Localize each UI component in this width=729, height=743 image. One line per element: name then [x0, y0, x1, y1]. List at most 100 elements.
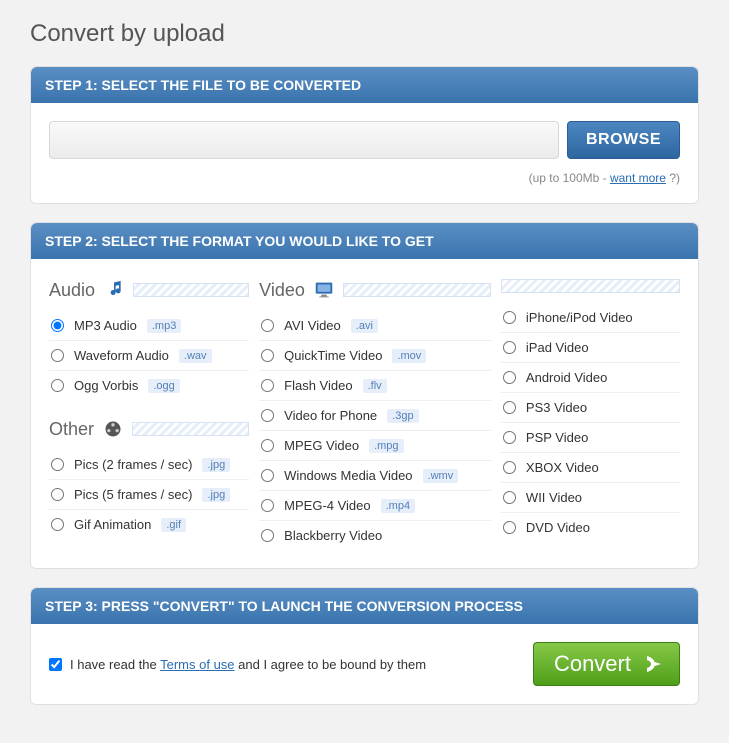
film-reel-icon	[102, 418, 124, 440]
terms-suffix: and I agree to be bound by them	[235, 657, 427, 672]
terms-label[interactable]: I have read the Terms of use and I agree…	[49, 657, 426, 672]
other-option[interactable]: Pics (2 frames / sec).jpg	[49, 450, 249, 480]
convert-button[interactable]: Convert	[533, 642, 680, 686]
video-option[interactable]: QuickTime Video .mov	[259, 341, 491, 371]
convert-button-label: Convert	[554, 651, 631, 677]
video-label: XBOX Video	[526, 460, 599, 475]
video-ext-badge: .mov	[392, 349, 426, 363]
video-radio[interactable]	[261, 529, 274, 542]
terms-link[interactable]: Terms of use	[160, 657, 234, 672]
video-option[interactable]: iPhone/iPod Video	[501, 303, 680, 333]
hint-suffix: ?)	[666, 171, 680, 185]
browse-button[interactable]: BROWSE	[567, 121, 680, 159]
video-radio[interactable]	[261, 499, 274, 512]
video-label: iPad Video	[526, 340, 589, 355]
hint-prefix: (up to 100Mb -	[529, 171, 610, 185]
video-radio[interactable]	[503, 431, 516, 444]
audio-format-list: MP3 Audio.mp3 Waveform Audio .wav Ogg Vorbi…	[49, 311, 249, 400]
video-option[interactable]: XBOX Video	[501, 453, 680, 483]
video-label: MPEG-4 Video	[284, 498, 370, 513]
video-option[interactable]: AVI Video.avi	[259, 311, 491, 341]
video-ext-badge: .3gp	[387, 409, 418, 423]
audio-radio[interactable]	[51, 319, 64, 332]
other-section-label: Other	[49, 419, 94, 440]
panel-step3: STEP 3: PRESS "CONVERT" TO LAUNCH THE CO…	[30, 587, 699, 705]
panel-step2: STEP 2: SELECT THE FORMAT YOU WOULD LIKE…	[30, 222, 699, 569]
video-option[interactable]: iPad Video	[501, 333, 680, 363]
convert-arrow-icon	[641, 652, 665, 676]
stripe-decoration	[133, 283, 249, 297]
audio-option[interactable]: MP3 Audio.mp3	[49, 311, 249, 341]
other-ext-badge: .jpg	[202, 488, 230, 502]
other-format-list: Pics (2 frames / sec).jpgPics (5 frames …	[49, 450, 249, 539]
video-label: Android Video	[526, 370, 607, 385]
video-format-list-1: AVI Video.avi QuickTime Video .mov Flash Vi…	[259, 311, 491, 550]
video-option[interactable]: Video for Phone .3gp	[259, 401, 491, 431]
other-radio[interactable]	[51, 458, 64, 471]
video-radio[interactable]	[503, 521, 516, 534]
video-radio[interactable]	[503, 401, 516, 414]
video-option[interactable]: Blackberry Video	[259, 521, 491, 550]
want-more-link[interactable]: want more	[610, 171, 666, 185]
stripe-decoration	[343, 283, 491, 297]
video-option[interactable]: MPEG-4 Video .mp4	[259, 491, 491, 521]
video-radio[interactable]	[503, 461, 516, 474]
video-label: QuickTime Video	[284, 348, 382, 363]
audio-radio[interactable]	[51, 379, 64, 392]
video-format-list-2: iPhone/iPod Video iPad Video Android Video…	[501, 303, 680, 542]
video-radio[interactable]	[503, 311, 516, 324]
monitor-icon	[313, 279, 335, 301]
video-option[interactable]: DVD Video	[501, 513, 680, 542]
other-option[interactable]: Gif Animation.gif	[49, 510, 249, 539]
audio-ext-badge: .ogg	[148, 379, 179, 393]
video-ext-badge: .flv	[363, 379, 387, 393]
file-path-input[interactable]	[49, 121, 559, 159]
video-option[interactable]: MPEG Video.mpg	[259, 431, 491, 461]
audio-option[interactable]: Ogg Vorbis.ogg	[49, 371, 249, 400]
video-ext-badge: .mpg	[369, 439, 403, 453]
video-label: Blackberry Video	[284, 528, 382, 543]
video-radio[interactable]	[261, 319, 274, 332]
video-ext-badge: .mp4	[381, 499, 415, 513]
other-option[interactable]: Pics (5 frames / sec).jpg	[49, 480, 249, 510]
video-radio[interactable]	[261, 469, 274, 482]
video-ext-badge: .avi	[351, 319, 378, 333]
video-radio[interactable]	[503, 371, 516, 384]
audio-section-label: Audio	[49, 280, 95, 301]
video-radio[interactable]	[261, 439, 274, 452]
video-option[interactable]: Android Video	[501, 363, 680, 393]
video-radio[interactable]	[261, 409, 274, 422]
terms-checkbox[interactable]	[49, 658, 62, 671]
video-radio[interactable]	[503, 491, 516, 504]
upload-hint: (up to 100Mb - want more ?)	[49, 171, 680, 185]
video-radio[interactable]	[261, 379, 274, 392]
video-label: Video for Phone	[284, 408, 377, 423]
step1-header: STEP 1: SELECT THE FILE TO BE CONVERTED	[31, 67, 698, 103]
audio-option[interactable]: Waveform Audio .wav	[49, 341, 249, 371]
video-label: PSP Video	[526, 430, 588, 445]
other-label: Gif Animation	[74, 517, 151, 532]
audio-radio[interactable]	[51, 349, 64, 362]
video-option[interactable]: Flash Video .flv	[259, 371, 491, 401]
video-label: DVD Video	[526, 520, 590, 535]
audio-ext-badge: .wav	[179, 349, 212, 363]
video-option[interactable]: WII Video	[501, 483, 680, 513]
video-option[interactable]: PS3 Video	[501, 393, 680, 423]
column-video-1: Video AVI Video.aviQuickTime Video.movFl…	[259, 277, 491, 550]
column-audio-other: Audio MP3 Audio.mp3 Waveform Audio .wav Ogg…	[49, 277, 249, 550]
other-radio[interactable]	[51, 488, 64, 501]
music-note-icon	[103, 279, 125, 301]
video-option[interactable]: Windows Media Video.wmv	[259, 461, 491, 491]
video-label: Flash Video	[284, 378, 352, 393]
audio-ext-badge: .mp3	[147, 319, 181, 333]
video-ext-badge: .wmv	[423, 469, 459, 483]
video-radio[interactable]	[261, 349, 274, 362]
video-label: WII Video	[526, 490, 582, 505]
video-option[interactable]: PSP Video	[501, 423, 680, 453]
video-radio[interactable]	[503, 341, 516, 354]
audio-label: Waveform Audio	[74, 348, 169, 363]
other-label: Pics (2 frames / sec)	[74, 457, 192, 472]
step3-header: STEP 3: PRESS "CONVERT" TO LAUNCH THE CO…	[31, 588, 698, 624]
other-radio[interactable]	[51, 518, 64, 531]
column-video-2: iPhone/iPod Video iPad Video Android Video…	[501, 277, 680, 550]
